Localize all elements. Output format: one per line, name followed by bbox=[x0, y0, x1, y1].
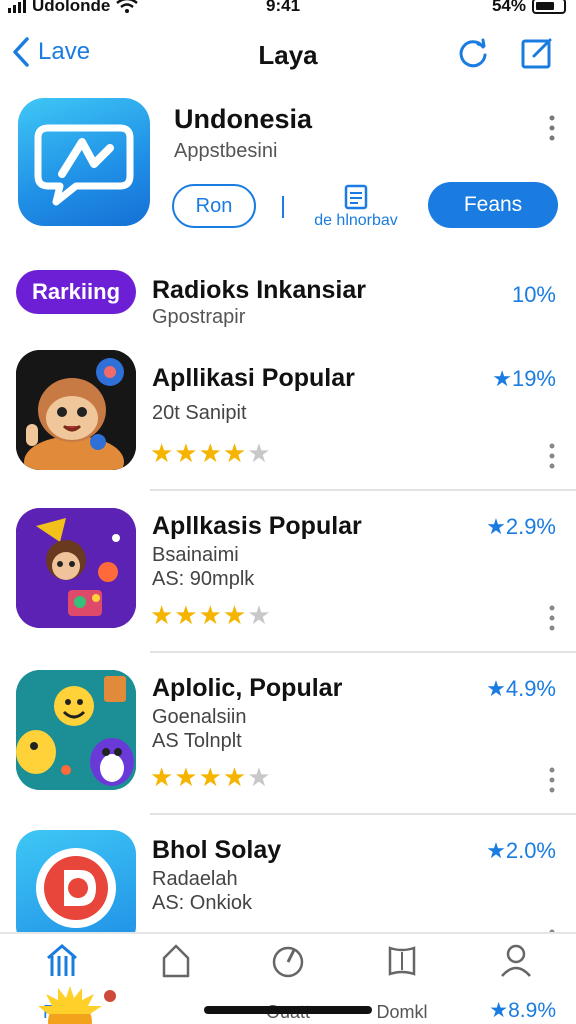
battery-icon bbox=[532, 0, 566, 14]
tab-label: Domkl bbox=[376, 1002, 428, 1022]
featured-app: Undonesia Appstbesini Ron de hlnorbav Fe… bbox=[0, 96, 576, 246]
carrier-group: Udolonde bbox=[8, 0, 139, 16]
home-icon bbox=[162, 944, 190, 978]
signal-icon bbox=[8, 0, 26, 13]
divider bbox=[282, 196, 284, 218]
app-title: Apllikasi Popular bbox=[152, 364, 355, 392]
ranking-badge[interactable]: Rarkiing bbox=[16, 270, 136, 314]
tab-profile[interactable] bbox=[476, 940, 556, 1002]
app-rating: ★2.0% bbox=[486, 838, 556, 863]
featured-app-subtitle: Appstbesini bbox=[174, 140, 278, 162]
app-meta: Radaelah bbox=[152, 868, 238, 890]
game-character-icon bbox=[16, 508, 136, 628]
more-options-icon[interactable] bbox=[544, 604, 560, 632]
sun-illustration bbox=[38, 986, 116, 1024]
row-divider bbox=[150, 813, 576, 815]
star-rating: ★★★★★ bbox=[150, 600, 272, 631]
status-time: 9:41 bbox=[266, 0, 301, 15]
app-rating: ★19% bbox=[492, 366, 556, 391]
app-title: Bhol Solay bbox=[152, 836, 282, 864]
map-icon bbox=[388, 946, 416, 976]
list-item[interactable]: Aplolic, Popular Goenalsiin AS Tolnplt ★… bbox=[0, 670, 576, 800]
app-meta: Goenalsiin bbox=[152, 706, 247, 728]
tab-rating: ★8.9% bbox=[489, 999, 556, 1022]
doc-label: de hlnorbav bbox=[314, 212, 398, 229]
star-icon: ★★★★ bbox=[150, 438, 248, 468]
ranking-row[interactable]: Rarkiing Radioks Inkansiar Gpostrapir 10… bbox=[0, 268, 576, 332]
chat-bubble-icon bbox=[34, 124, 134, 206]
list-item[interactable]: Apllikasi Popular 20t Sanipit ★19% ★★★★★ bbox=[0, 350, 576, 480]
star-rating: ★★★★★ bbox=[150, 762, 272, 793]
star-empty-icon: ★ bbox=[247, 762, 272, 792]
navigation-bar: Lave Laya bbox=[0, 30, 576, 80]
app-meta-secondary: AS Tolnplt bbox=[152, 730, 242, 752]
row-divider bbox=[150, 489, 576, 491]
app-meta-secondary: AS: 90mplk bbox=[152, 568, 255, 590]
status-bar: Udolonde 9:41 54% bbox=[0, 0, 576, 18]
more-options-icon[interactable] bbox=[544, 766, 560, 794]
app-meta: 20t Sanipit bbox=[152, 402, 247, 424]
app-meta: Bsainaimi bbox=[152, 544, 239, 566]
document-icon bbox=[344, 184, 368, 210]
star-icon: ★★★★ bbox=[150, 600, 248, 630]
emoji-characters-icon bbox=[16, 670, 136, 790]
app-meta-secondary: AS: Onkiok bbox=[152, 892, 253, 914]
featured-app-name: Undonesia bbox=[174, 104, 313, 134]
ranking-title: Radioks Inkansiar bbox=[152, 276, 366, 304]
app-icon-game[interactable] bbox=[16, 508, 136, 628]
featured-app-icon[interactable] bbox=[18, 98, 150, 226]
star-rating: ★★★★★ bbox=[150, 438, 272, 469]
star-empty-icon: ★ bbox=[247, 600, 272, 630]
star-icon: ★★★★ bbox=[150, 762, 248, 792]
list-item[interactable]: Apllkasis Popular Bsainaimi AS: 90mplk ★… bbox=[0, 508, 576, 638]
app-rating: ★4.9% bbox=[486, 676, 556, 701]
list-item[interactable]: Bhol Solay Radaelah AS: Onkiok ★2.0% bbox=[0, 830, 576, 955]
wifi-icon bbox=[116, 0, 139, 13]
person-icon bbox=[501, 944, 531, 977]
featured-doc-link[interactable]: de hlnorbav bbox=[304, 184, 408, 230]
tab-home[interactable] bbox=[136, 940, 216, 1002]
star-empty-icon: ★ bbox=[247, 438, 272, 468]
app-icon-emoji[interactable] bbox=[16, 670, 136, 790]
character-icon bbox=[16, 350, 136, 470]
ranking-subtitle: Gpostrapir bbox=[152, 306, 246, 328]
app-title: Apllkasis Popular bbox=[152, 512, 362, 540]
ranking-percent: 10% bbox=[511, 282, 556, 307]
carrier-name: Udolonde bbox=[32, 0, 111, 15]
tab-map[interactable]: Domkl bbox=[362, 940, 442, 1023]
app-title: Aplolic, Popular bbox=[152, 674, 343, 702]
compose-icon[interactable] bbox=[520, 36, 554, 70]
app-icon-character[interactable] bbox=[16, 350, 136, 470]
battery-percent: 54% bbox=[491, 0, 526, 15]
battery-group: 54% bbox=[492, 0, 566, 16]
featured-outline-button[interactable]: Ron bbox=[172, 184, 256, 228]
refresh-icon[interactable] bbox=[456, 36, 490, 70]
more-options-icon[interactable] bbox=[544, 114, 560, 142]
featured-fill-button[interactable]: Feans bbox=[428, 182, 558, 228]
apps-icon bbox=[47, 944, 77, 976]
more-options-icon[interactable] bbox=[544, 442, 560, 470]
app-rating: ★2.9% bbox=[486, 514, 556, 539]
row-divider bbox=[150, 651, 576, 653]
home-indicator[interactable] bbox=[204, 1006, 372, 1014]
timer-icon bbox=[272, 946, 304, 978]
